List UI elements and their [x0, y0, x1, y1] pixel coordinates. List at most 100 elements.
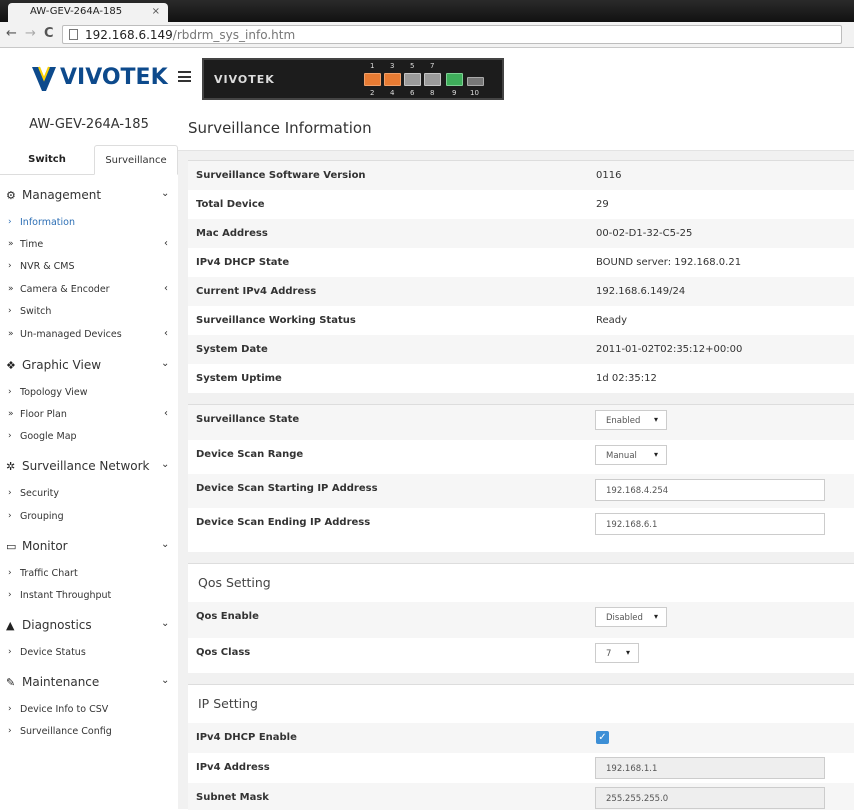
- item-label: Floor Plan: [20, 409, 67, 420]
- row-value: 192.168.6.149/24: [596, 286, 686, 297]
- qos-section-title: Qos Setting: [198, 575, 271, 590]
- url-input[interactable]: 192.168.6.149/rbdrm_sys_info.htm: [62, 25, 842, 44]
- group-label: Maintenance: [22, 675, 100, 689]
- tab-switch[interactable]: Switch: [0, 145, 94, 175]
- row-value: 29: [596, 199, 609, 210]
- menu-toggle-icon[interactable]: [178, 71, 191, 82]
- vivotek-logo-icon: [32, 66, 56, 91]
- port-num: 9: [452, 89, 457, 97]
- tab-surveillance[interactable]: Surveillance: [94, 145, 178, 175]
- select-value: Manual: [606, 451, 637, 461]
- sidebar-item-switch[interactable]: › Switch: [0, 304, 178, 322]
- device-scan-range-select[interactable]: Manual ▾: [595, 445, 667, 465]
- port-num: 1: [370, 62, 375, 70]
- port-3[interactable]: [384, 73, 401, 86]
- brand-name: VIVOTEK: [60, 65, 168, 90]
- switch-front-panel: VIVOTEK 1 3 5 7 2 4 6 8 9 10: [202, 58, 504, 100]
- ip-section-title: IP Setting: [198, 696, 258, 711]
- sidebar-group-monitor[interactable]: ▭ Monitor ⌄: [0, 537, 178, 557]
- group-label: Graphic View: [22, 358, 102, 372]
- vivotek-logo: VIVOTEK: [30, 63, 168, 99]
- item-label: Un-managed Devices: [20, 329, 122, 340]
- sidebar-item-unmanaged-devices[interactable]: » Un-managed Devices ‹: [0, 327, 178, 345]
- sidebar-item-device-info-csv[interactable]: › Device Info to CSV: [0, 702, 178, 720]
- ip-setting-card: IP Setting IPv4 DHCP Enable ✓ IPv4 Addre…: [188, 684, 854, 810]
- row-value: BOUND server: 192.168.0.21: [596, 257, 742, 268]
- sidebar: AW-GEV-264A-185 Switch Surveillance ⚙ Ma…: [0, 107, 178, 809]
- sidebar-item-security[interactable]: › Security: [0, 486, 178, 504]
- select-value: 7: [606, 649, 612, 659]
- port-num: 2: [370, 89, 375, 97]
- sidebar-item-device-status[interactable]: › Device Status: [0, 645, 178, 663]
- chevron-right-icon: ›: [8, 704, 12, 714]
- chevron-left-icon: ‹: [164, 328, 168, 339]
- sidebar-item-time[interactable]: » Time ‹: [0, 237, 178, 255]
- sidebar-item-nvr-cms[interactable]: › NVR & CMS: [0, 259, 178, 277]
- qos-class-select[interactable]: 7 ▾: [595, 643, 639, 663]
- port-7[interactable]: [424, 73, 441, 86]
- reload-icon[interactable]: C: [44, 27, 54, 41]
- tab-close-icon[interactable]: ×: [152, 6, 160, 17]
- chevron-down-icon: ⌄: [161, 618, 170, 629]
- sidebar-item-surveillance-config[interactable]: › Surveillance Config: [0, 724, 178, 742]
- item-label: Time: [20, 239, 44, 250]
- main-content: Surveillance Information Surveillance So…: [178, 107, 854, 810]
- port-9[interactable]: [446, 73, 463, 86]
- row-label: Surveillance Working Status: [196, 315, 356, 326]
- subnet-mask-input[interactable]: 255.255.255.0: [595, 787, 825, 809]
- row-label: System Uptime: [196, 373, 282, 384]
- row-label: Device Scan Range: [196, 449, 304, 460]
- dhcp-enable-row: IPv4 DHCP Enable ✓: [188, 723, 854, 753]
- sidebar-item-google-map[interactable]: › Google Map: [0, 429, 178, 447]
- chevron-left-icon: ‹: [164, 408, 168, 419]
- qos-enable-select[interactable]: Disabled ▾: [595, 607, 667, 627]
- scan-start-ip-input[interactable]: 192.168.4.254: [595, 479, 825, 501]
- qos-card: Qos Setting Qos Enable Disabled ▾ Qos Cl…: [188, 563, 854, 673]
- item-label: Information: [20, 217, 75, 228]
- item-label: Device Info to CSV: [20, 704, 109, 715]
- dhcp-enable-checkbox[interactable]: ✓: [596, 731, 609, 744]
- chevron-left-icon: ‹: [164, 283, 168, 294]
- row-label: Qos Class: [196, 647, 251, 658]
- item-label: Security: [20, 488, 60, 499]
- app-header: VIVOTEK VIVOTEK 1 3 5 7 2 4 6 8 9 10: [0, 49, 854, 107]
- sidebar-group-management[interactable]: ⚙ Management ⌄: [0, 186, 178, 206]
- chevron-down-icon: ⌄: [161, 459, 170, 470]
- sidebar-group-diagnostics[interactable]: ▲ Diagnostics ⌄: [0, 616, 178, 636]
- ipv4-address-input[interactable]: 192.168.1.1: [595, 757, 825, 779]
- sitemap-icon: ▲: [6, 619, 15, 632]
- port-1[interactable]: [364, 73, 381, 86]
- port-num: 10: [470, 89, 479, 97]
- sidebar-item-information[interactable]: › Information: [0, 215, 178, 233]
- sidebar-item-camera-encoder[interactable]: » Camera & Encoder ‹: [0, 282, 178, 300]
- device-scan-range-row: Device Scan Range Manual ▾: [188, 440, 854, 474]
- surveillance-state-select[interactable]: Enabled ▾: [595, 410, 667, 430]
- group-label: Monitor: [22, 539, 68, 553]
- sidebar-item-grouping[interactable]: › Grouping: [0, 509, 178, 527]
- group-label: Management: [22, 188, 102, 202]
- chevron-down-icon: ⌄: [161, 675, 170, 686]
- sidebar-group-graphic-view[interactable]: ❖ Graphic View ⌄: [0, 356, 178, 376]
- port-10[interactable]: [467, 77, 484, 86]
- sidebar-group-surveillance-network[interactable]: ✲ Surveillance Network ⌄: [0, 457, 178, 477]
- sidebar-group-maintenance[interactable]: ✎ Maintenance ⌄: [0, 673, 178, 693]
- wrench-icon: ✎: [6, 676, 16, 689]
- ipv4-address-row: IPv4 Address 192.168.1.1: [188, 753, 854, 783]
- url-path: /rbdrm_sys_info.htm: [172, 28, 296, 42]
- sidebar-item-traffic-chart[interactable]: › Traffic Chart: [0, 566, 178, 584]
- sidebar-item-floor-plan[interactable]: » Floor Plan ‹: [0, 407, 178, 425]
- chevron-right-icon: ›: [8, 387, 12, 397]
- item-label: Topology View: [20, 387, 88, 398]
- url-host: 192.168.6.149: [85, 28, 173, 42]
- scan-end-ip-input[interactable]: 192.168.6.1: [595, 513, 825, 535]
- forward-icon[interactable]: →: [25, 27, 36, 41]
- monitor-icon: ▭: [6, 540, 17, 553]
- port-5[interactable]: [404, 73, 421, 86]
- browser-tab[interactable]: AW-GEV-264A-185 ×: [8, 3, 168, 22]
- sidebar-item-topology-view[interactable]: › Topology View: [0, 385, 178, 403]
- item-label: Switch: [20, 306, 52, 317]
- qos-enable-row: Qos Enable Disabled ▾: [188, 602, 854, 638]
- cogs-icon: ✲: [6, 460, 16, 473]
- back-icon[interactable]: ←: [6, 27, 17, 41]
- sidebar-item-instant-throughput[interactable]: › Instant Throughput: [0, 588, 178, 606]
